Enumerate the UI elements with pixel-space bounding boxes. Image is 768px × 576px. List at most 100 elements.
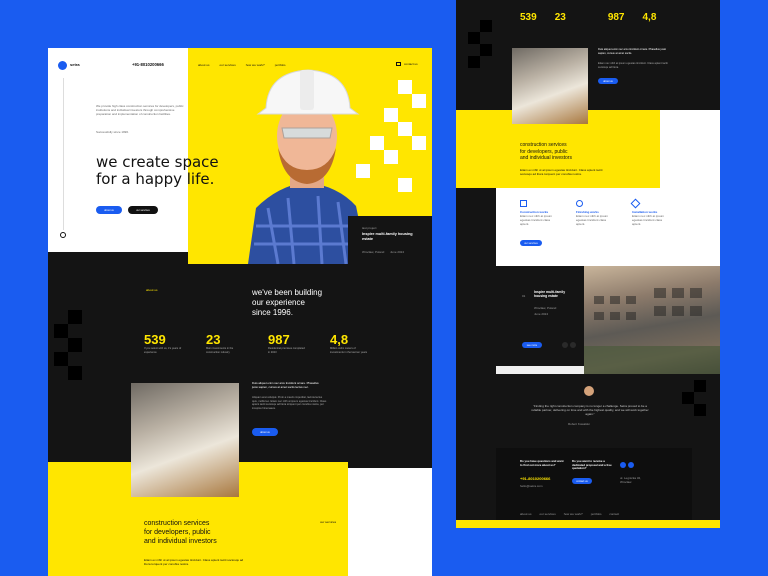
footer-link[interactable]: contact [609,512,619,516]
main-nav: about us our services how we work? portf… [198,63,285,67]
header-phone[interactable]: +91-8010200666 [132,62,164,67]
last-project-location: Wrocław, Poland [362,250,385,254]
scroll-indicator-icon[interactable] [60,232,66,238]
testimonial-author: Robert Kowalski [568,422,590,426]
about-title-line1: we've been building [252,288,323,297]
contact-yellow-band [456,520,720,528]
right-mission-lead: Duis aliquet enim nec arcu tincidunt orn… [598,48,667,55]
stat-value: 987 [268,332,290,347]
stats-row: 539 If you select with us, it's years of… [144,332,368,354]
footer-nav: about us our services how we work? portf… [520,512,619,516]
prev-arrow-icon[interactable] [562,342,568,348]
hero-vertical-line [63,78,64,230]
about-tag: about us [146,288,158,292]
feature-body: Etiam nec nibh at ipsum egestas tincidun… [520,214,553,226]
hero-white-panel [48,48,188,252]
stat-value: 987 [607,12,625,23]
right-stats-row: 539 23 987 4,8 [520,12,656,23]
crane-icon [520,200,527,207]
services-tag: our services [320,520,337,524]
contact-phone[interactable]: +91-8010200666 [520,476,550,481]
feature-item: Construction works Etiam nec nibh at ips… [520,200,560,226]
nav-item-services[interactable]: our services [220,63,236,67]
contact-offer: Do you want to receive a dedicated propo… [572,459,612,471]
right-blueprint-photo [512,48,588,124]
stat-item: 4,8 Million cubic meters of investments … [330,332,368,354]
facebook-icon[interactable] [620,462,626,468]
last-project-card[interactable]: last project Inspire multi-family housin… [348,216,432,264]
right-mission-body: Etiam nec nibh at ipsum egestas tincidun… [598,62,668,69]
hero-headline: we create space for a happy life. [96,154,219,188]
stat-item: 23 Main investments in the construction … [206,332,244,354]
nav-contact-label: contact us [404,62,418,66]
about-title: we've been building our experience since… [252,288,322,318]
brush-icon [576,200,583,207]
testimonial-quote: “Finding the right construction company … [531,404,649,416]
contact-email[interactable]: hello@setra.com [520,484,543,488]
dark-checker-decoration [48,310,88,420]
mission-lead: Duis aliquet enim nec arcu tincidunt orn… [252,381,319,389]
footer-link[interactable]: about us [520,512,532,516]
stat-value: 23 [554,12,566,23]
mission-about-button[interactable]: about us [252,428,278,436]
nav-item-how-we-work[interactable]: how we work? [246,63,265,67]
right-checker-lower [680,380,720,430]
last-project-title: Inspire multi-family housing estate [362,232,413,241]
project-date: June 2024 [534,312,549,316]
project-number: 01 [522,294,526,298]
brand-name: setra [70,62,80,67]
stat-value: 4,8 [642,12,657,23]
feature-item: Finishing works Etiam nec nibh at ipsum … [576,200,616,226]
next-arrow-icon[interactable] [570,342,576,348]
stat-label: Main investments in the construction ind… [206,347,234,354]
services-title: construction services for developers, pu… [144,519,217,546]
stat-value: 539 [144,332,166,347]
services-white-panel [348,468,432,576]
last-project-date: June 2024 [390,250,405,254]
services-title-line2: for developers, public [144,529,211,536]
right-white-strip [660,110,720,188]
project-info-panel [496,266,584,366]
stat-label: If you select with us, it's years of exp… [144,347,182,354]
footer-link[interactable]: how we work? [564,512,583,516]
project-location: Wrocław, Poland [534,306,557,310]
mission-body: Aliquam erat volutpat. Proin a mauris im… [252,396,327,410]
project-title: Inspire multi-family housing estate [534,290,566,299]
services-title-line3: and individual investors [520,155,572,161]
homepage-preview-right: 539 23 987 4,8 Duis aliquet enim nec arc… [456,0,720,528]
footer-link[interactable]: our services [540,512,556,516]
about-title-line3: since 1996. [252,308,293,317]
features-services-button[interactable]: our services [520,240,542,246]
linkedin-icon[interactable] [628,462,634,468]
hero-services-button[interactable]: our services [128,206,158,214]
contact-button[interactable]: contact us [572,478,592,484]
hero-about-button[interactable]: about us [96,206,122,214]
testimonial-avatar [584,386,594,396]
last-project-tag: last project [362,226,377,230]
stat-item: 539 If you select with us, it's years of… [144,332,182,354]
feature-body: Etiam nec nibh at ipsum egestas tincidun… [576,214,609,226]
feature-body: Etiam nec nibh at ipsum egestas tincidun… [632,214,665,226]
project-see-more-button[interactable]: see more [522,342,542,348]
hero-headline-line1: we create space [96,153,219,171]
stat-item: 987 Residential premises completed in 20… [268,332,306,354]
wrench-icon [630,198,641,209]
services-title-line1: construction services [144,520,210,527]
hero-intro: We provide high class construction servi… [96,104,184,116]
blueprint-photo-overlap [131,383,239,497]
mail-icon [396,62,401,66]
nav-contact-link[interactable]: contact us [396,62,418,66]
logo-icon[interactable] [58,61,67,70]
stat-label: Residential premises completed in 2023 [268,347,305,354]
footer-link[interactable]: portfolio [591,512,602,516]
right-services-body: Etiam ex nibh ut at ipsum egestas tincid… [520,168,603,176]
contact-address: ul. Legnicka 32, Wrocław [620,476,642,484]
right-mission-button[interactable]: about us [598,78,618,84]
hero-since: Successfully since 1996. [96,130,129,134]
homepage-preview-left: setra +91-8010200666 about us our servic… [48,48,432,576]
stat-value: 23 [206,332,221,347]
right-dark-checker [456,0,496,100]
services-body: Etiam ex nibh ut at ipsum egestas tincid… [144,558,244,566]
nav-item-portfolio[interactable]: portfolio [275,63,286,67]
nav-item-about[interactable]: about us [198,63,210,67]
